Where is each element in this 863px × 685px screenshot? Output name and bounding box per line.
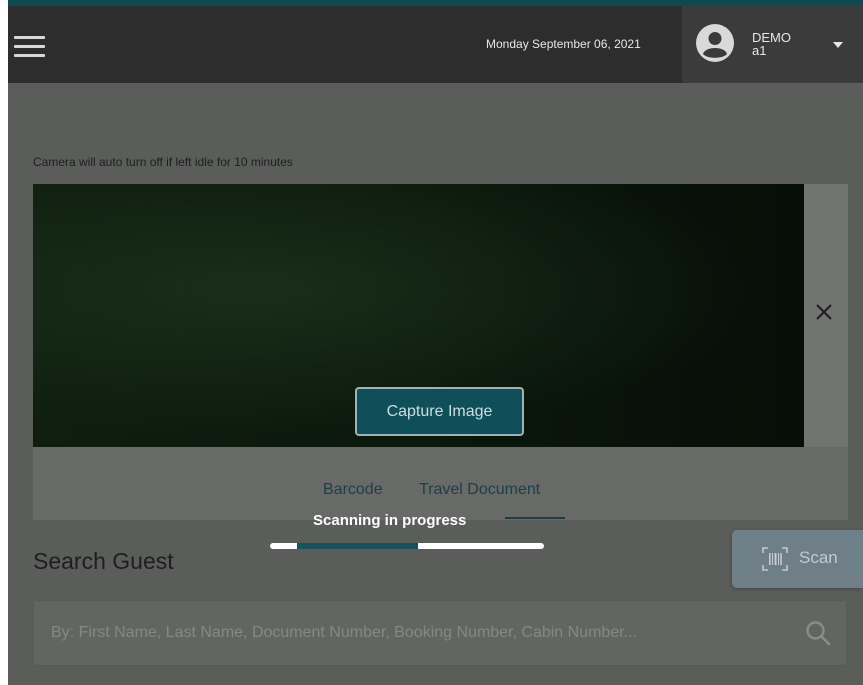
barcode-scan-icon: [762, 547, 788, 571]
top-bar: Monday September 06, 2021 DEMO a1: [8, 6, 863, 83]
search-input[interactable]: [34, 601, 784, 665]
tab-barcode[interactable]: Barcode: [323, 481, 383, 499]
user-name: DEMO a1: [752, 31, 791, 57]
active-tab-indicator: [505, 517, 565, 519]
close-icon[interactable]: [813, 301, 835, 323]
capture-image-button[interactable]: Capture Image: [355, 387, 524, 436]
search-box: [33, 600, 847, 666]
scan-button-label: Scan: [799, 548, 838, 567]
camera-idle-hint: Camera will auto turn off if left idle f…: [33, 155, 293, 169]
scan-progress-bar: [270, 543, 544, 549]
scan-button[interactable]: Scan: [732, 530, 863, 588]
hamburger-icon[interactable]: [14, 36, 45, 58]
caret-down-icon[interactable]: [833, 42, 843, 48]
current-date: Monday September 06, 2021: [486, 37, 641, 51]
user-menu[interactable]: DEMO a1: [682, 6, 863, 83]
search-guest-title: Search Guest: [33, 548, 174, 574]
search-icon[interactable]: [804, 619, 832, 647]
scan-progress-fill: [297, 543, 418, 549]
user-name-line2: a1: [752, 43, 767, 58]
camera-panel: Capture Image: [33, 184, 848, 447]
scanning-status: Scanning in progress: [313, 512, 467, 529]
scan-mode-tabs: Barcode Travel Document: [33, 447, 848, 520]
user-avatar-icon: [696, 24, 734, 62]
app-window: Monday September 06, 2021 DEMO a1 Camera…: [8, 0, 863, 685]
tab-travel-document[interactable]: Travel Document: [419, 481, 540, 499]
